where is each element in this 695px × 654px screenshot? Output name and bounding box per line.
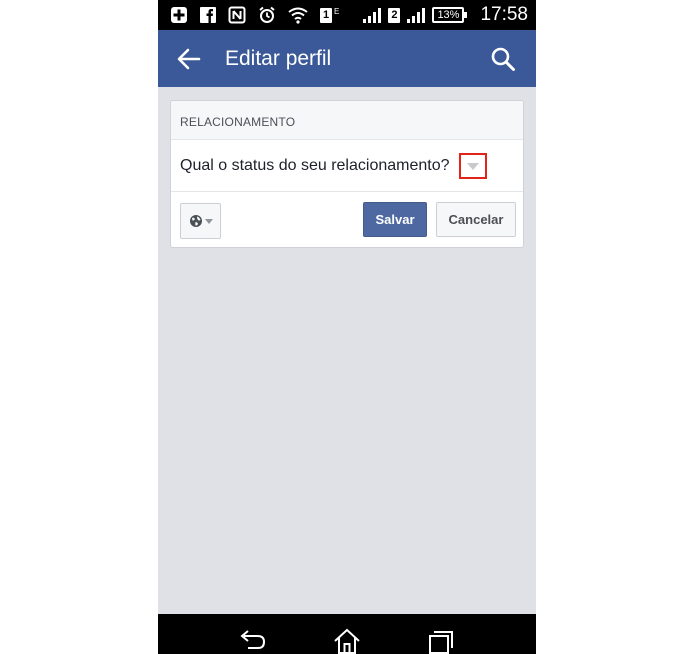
card-header: RELACIONAMENTO [171,101,523,140]
plus-icon [171,7,187,23]
sim-badge-group: 1 E [320,6,340,23]
globe-icon [189,215,202,227]
cancel-button[interactable]: Cancelar [436,202,516,237]
signal-icon [363,8,382,23]
search-icon[interactable] [490,46,516,72]
phone-screen: 1 E 2 13% 17:58 Editar perfil RELACIONAM… [158,0,536,654]
system-indicators: 2 13% 17:58 [362,4,528,26]
page-title: Editar perfil [225,47,332,70]
chevron-down-icon [467,162,479,170]
sim-slot-badge: 2 [388,7,401,23]
chevron-down-icon [204,218,213,224]
wifi-icon [288,7,308,24]
nfc-icon [228,6,246,24]
signal-icon-2 [407,8,426,23]
home-icon[interactable] [332,628,362,654]
back-arrow-icon[interactable] [176,46,202,72]
privacy-selector[interactable] [180,203,221,239]
relationship-card: RELACIONAMENTO Qual o status do seu rela… [170,100,524,248]
recent-apps-icon[interactable] [426,628,456,654]
notification-icons: 1 E [170,5,339,25]
navigation-bar [158,614,536,654]
relationship-question-row[interactable]: Qual o status do seu relacionamento? [171,140,523,192]
save-button[interactable]: Salvar [363,202,427,237]
sim-badge: 1 [320,7,332,23]
alarm-icon [259,6,275,23]
section-label: RELACIONAMENTO [180,115,296,129]
facebook-icon [200,7,216,23]
back-icon[interactable] [238,628,268,654]
relationship-question: Qual o status do seu relacionamento? [180,157,450,174]
relationship-status-dropdown[interactable] [459,153,487,179]
battery-indicator: 13% [432,7,468,23]
status-bar: 1 E 2 13% 17:58 [158,0,536,30]
clock: 17:58 [480,4,528,25]
network-type-label: E [334,6,340,16]
app-bar: Editar perfil [158,30,536,87]
